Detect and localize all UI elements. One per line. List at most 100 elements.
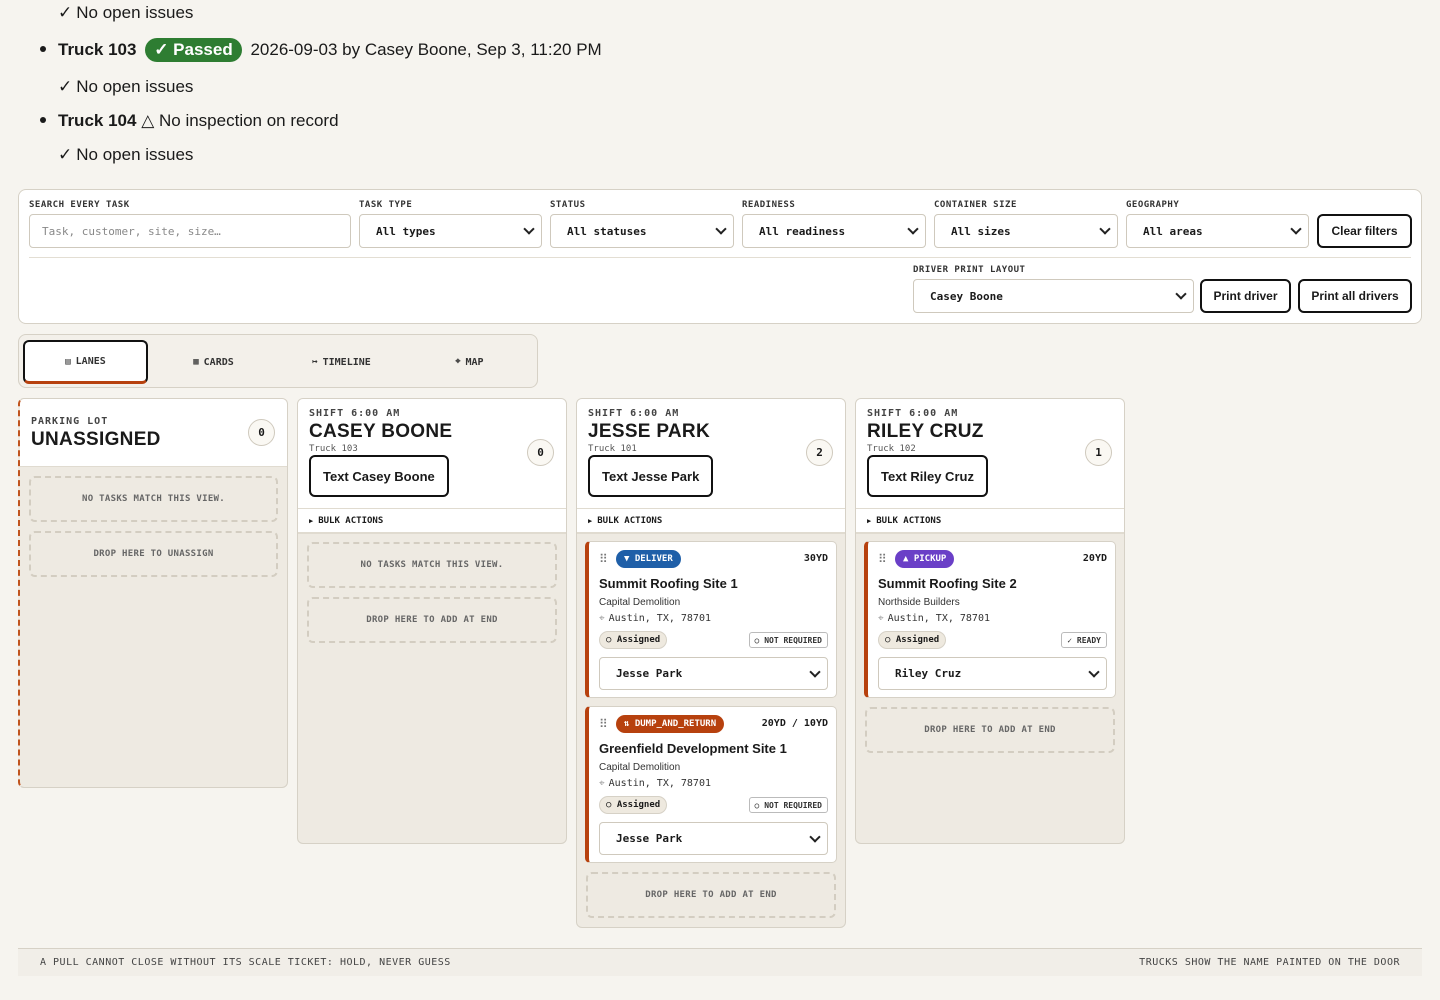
tab-lanes[interactable]: ▤ LANES <box>23 340 148 384</box>
lane-unassigned: PARKING LOT UNASSIGNED 0 NO TASKS MATCH … <box>18 398 288 788</box>
geography-select[interactable]: All areas <box>1126 214 1309 248</box>
check-icon: ✓ <box>58 77 73 96</box>
lane-truck: Truck 102 <box>867 444 916 454</box>
driver-select[interactable]: Jesse Park <box>599 822 828 855</box>
timeline-icon: ↦ <box>312 357 318 367</box>
tab-map[interactable]: ⌖ MAP <box>407 340 532 384</box>
chevron-down-icon <box>809 831 821 843</box>
container-size: 30YD <box>803 553 828 564</box>
add-at-end-drop-zone[interactable]: DROP HERE TO ADD AT END <box>586 872 836 918</box>
location: ⌖ Austin, TX, 78701 <box>599 778 711 789</box>
lane-truck: Truck 103 <box>309 444 358 454</box>
location: ⌖ Austin, TX, 78701 <box>599 613 711 624</box>
search-input[interactable]: Task, customer, site, size… <box>29 214 351 248</box>
text-driver-button[interactable]: Text Riley Cruz <box>867 455 988 497</box>
task-type-select[interactable]: All types <box>359 214 542 248</box>
site-name: Greenfield Development Site 1 <box>599 741 787 756</box>
status-dot-icon: ○ <box>754 635 760 645</box>
site-name: Summit Roofing Site 1 <box>599 576 738 591</box>
search-label: SEARCH EVERY TASK <box>29 200 130 210</box>
add-at-end-drop-zone[interactable]: DROP HERE TO ADD AT END <box>307 597 557 643</box>
status-badge: ○ Assigned <box>599 631 668 649</box>
truck-name: Truck 103 <box>58 40 137 59</box>
lane-title: JESSE PARK <box>588 421 710 442</box>
task-count-badge: 1 <box>1085 439 1112 466</box>
filter-panel: SEARCH EVERY TASK Task, customer, site, … <box>18 189 1422 324</box>
location-icon: ⌖ <box>599 613 605 624</box>
truck-name: Truck 104 <box>58 111 137 130</box>
bulk-actions-toggle[interactable]: ▶ BULK ACTIONS <box>298 508 566 533</box>
task-type-badge: ▲ PICKUP <box>895 550 955 568</box>
caret-right-icon: ▶ <box>309 516 314 525</box>
lane-title: CASEY BOONE <box>309 421 453 442</box>
chevron-down-icon <box>1088 666 1100 678</box>
check-icon: ✓ <box>1067 635 1073 645</box>
driver-select[interactable]: Jesse Park <box>599 657 828 690</box>
readiness-label: READINESS <box>742 200 796 210</box>
print-driver-select[interactable]: Casey Boone <box>913 279 1194 313</box>
chevron-down-icon <box>907 223 919 235</box>
lane-header: SHIFT 6:00 AM JESSE PARK Truck 101 2 Tex… <box>577 399 845 534</box>
task-type-badge: ⇅ DUMP_AND_RETURN <box>616 715 725 733</box>
readiness-badge: ○ NOT REQUIRED <box>748 632 828 648</box>
chevron-down-icon <box>1099 223 1111 235</box>
lanes-icon: ▤ <box>65 356 71 367</box>
lane-header: SHIFT 6:00 AM CASEY BOONE Truck 103 0 Te… <box>298 399 566 534</box>
issues-line: ✓ No open issues <box>58 77 194 96</box>
bulk-actions-toggle[interactable]: ▶ BULK ACTIONS <box>856 508 1124 533</box>
readiness-badge: ○ NOT REQUIRED <box>748 797 828 813</box>
warning-icon: △ <box>141 111 155 130</box>
tab-cards[interactable]: ▦ CARDS <box>151 340 276 384</box>
status-badge: ○ Assigned <box>599 796 668 814</box>
status-select[interactable]: All statuses <box>550 214 734 248</box>
lane-kicker: PARKING LOT <box>31 416 109 427</box>
container-size-select[interactable]: All sizes <box>934 214 1118 248</box>
container-size: 20YD / 10YD <box>761 718 828 729</box>
check-icon: ✓ <box>58 3 73 22</box>
chevron-down-icon <box>1290 223 1302 235</box>
issues-line: ✓ No open issues <box>58 145 194 164</box>
footer: A PULL CANNOT CLOSE WITHOUT ITS SCALE TI… <box>18 948 1422 976</box>
list-bullet <box>40 46 46 52</box>
add-at-end-drop-zone[interactable]: DROP HERE TO ADD AT END <box>865 707 1115 753</box>
task-card[interactable]: ⠿ ⇅ DUMP_AND_RETURN 20YD / 10YD Greenfie… <box>585 706 837 863</box>
status-dot-icon: ○ <box>754 800 760 810</box>
bulk-actions-toggle[interactable]: ▶ BULK ACTIONS <box>577 508 845 533</box>
status-dot-icon: ○ <box>606 635 612 645</box>
container-size-label: CONTAINER SIZE <box>934 200 1017 210</box>
task-card[interactable]: ⠿ ▲ PICKUP 20YD Summit Roofing Site 2 No… <box>864 541 1116 698</box>
unassign-drop-zone[interactable]: DROP HERE TO UNASSIGN <box>29 531 278 577</box>
task-count-badge: 2 <box>806 439 833 466</box>
clear-filters-button[interactable]: Clear filters <box>1317 214 1412 248</box>
lane-kicker: SHIFT 6:00 AM <box>867 408 959 419</box>
text-driver-button[interactable]: Text Jesse Park <box>588 455 714 497</box>
issues-line: ✓ No open issues <box>58 3 194 22</box>
customer-name: Northside Builders <box>878 597 960 608</box>
drag-handle-icon[interactable]: ⠿ <box>599 717 608 731</box>
print-driver-button[interactable]: Print driver <box>1200 279 1291 313</box>
inspection-item: Truck 103 ✓ Passed 2026-09-03 by Casey B… <box>58 38 602 62</box>
tab-timeline[interactable]: ↦ TIMELINE <box>279 340 404 384</box>
drag-handle-icon[interactable]: ⠿ <box>599 552 608 566</box>
map-icon: ⌖ <box>455 357 461 367</box>
text-driver-button[interactable]: Text Casey Boone <box>309 455 449 497</box>
driver-select[interactable]: Riley Cruz <box>878 657 1107 690</box>
site-name: Summit Roofing Site 2 <box>878 576 1017 591</box>
lane-title: RILEY CRUZ <box>867 421 984 442</box>
status-badge: ○ Assigned <box>878 631 947 649</box>
drag-handle-icon[interactable]: ⠿ <box>878 552 887 566</box>
footer-rule-right: TRUCKS SHOW THE NAME PAINTED ON THE DOOR <box>1139 957 1400 968</box>
pickup-icon: ▲ <box>903 554 909 564</box>
check-icon: ✓ <box>154 40 169 59</box>
task-type-label: TASK TYPE <box>359 200 413 210</box>
dump-return-icon: ⇅ <box>624 719 630 729</box>
print-all-drivers-button[interactable]: Print all drivers <box>1298 279 1412 313</box>
task-count-badge: 0 <box>527 439 554 466</box>
readiness-select[interactable]: All readiness <box>742 214 926 248</box>
chevron-down-icon <box>1175 288 1187 300</box>
geography-label: GEOGRAPHY <box>1126 200 1180 210</box>
passed-badge: ✓ Passed <box>145 38 242 62</box>
location: ⌖ Austin, TX, 78701 <box>878 613 990 624</box>
empty-state: NO TASKS MATCH THIS VIEW. <box>29 476 278 522</box>
task-card[interactable]: ⠿ ▼ DELIVER 30YD Summit Roofing Site 1 C… <box>585 541 837 698</box>
